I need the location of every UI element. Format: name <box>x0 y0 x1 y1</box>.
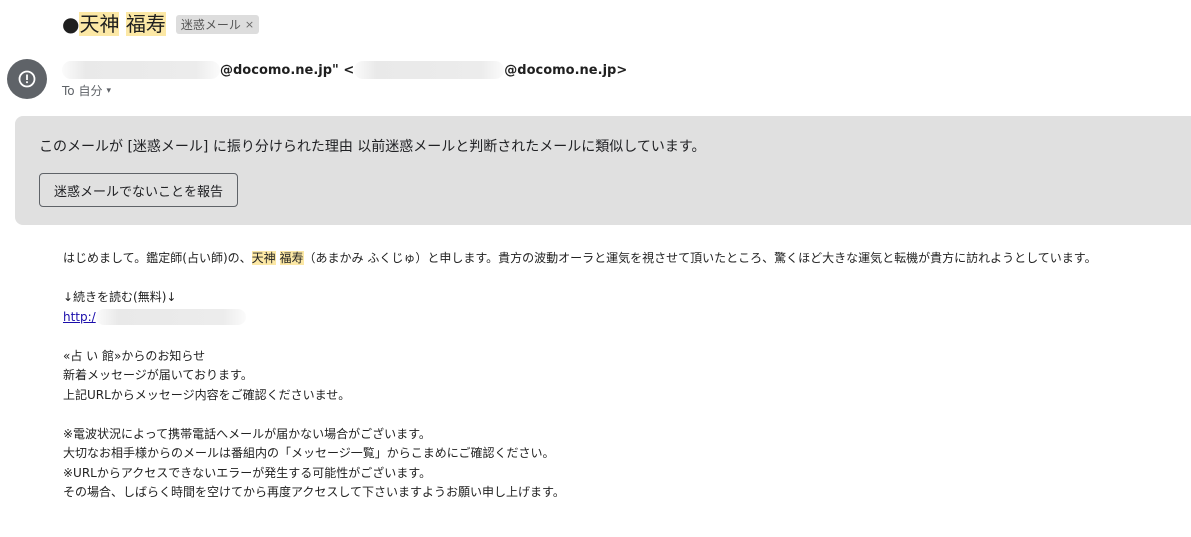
subject-bullet: ● <box>62 12 80 36</box>
intro-name-highlight-1: 天神 <box>251 251 276 265</box>
notice-line: «占 い 館»からのお知らせ <box>63 348 206 363</box>
intro-name-highlight-2: 福寿 <box>279 251 304 265</box>
warning-line: ※電波状況によって携帯電話へメールが届かない場合がございます。 <box>63 426 431 441</box>
intro-text-after: （あまかみ ふくじゅ）と申します。貴方の波動オーラと運気を視させて頂いたところ、… <box>303 251 1097 265</box>
redacted-sender-name <box>62 61 220 79</box>
sender-avatar <box>7 59 47 99</box>
intro-paragraph: はじめまして。鑑定師(占い師)の、天神 福寿（あまかみ ふくじゅ）と申します。貴… <box>63 249 1097 269</box>
link-line: http:/ <box>63 308 1097 328</box>
subject-name-highlight-1: 天神 <box>79 12 120 36</box>
subject-name-highlight-2: 福寿 <box>125 12 166 36</box>
report-not-spam-button[interactable]: 迷惑メールでないことを報告 <box>39 173 239 207</box>
email-body: はじめまして。鑑定師(占い師)の、天神 福寿（あまかみ ふくじゅ）と申します。貴… <box>63 249 1097 503</box>
sender-line: @docomo.ne.jp" < @docomo.ne.jp> <box>62 61 627 79</box>
spam-notice-banner: このメールが [迷惑メール] に振り分けられた理由 以前迷惑メールと判断されたメ… <box>15 116 1191 225</box>
read-more-link[interactable]: http:/ <box>63 310 96 324</box>
sender-from-suffix: @docomo.ne.jp" < <box>220 62 355 78</box>
warning-line: その場合、しばらく時間を空けてから再度アクセスして下さいますようお願い申し上げま… <box>63 485 565 499</box>
read-more-text: ↓続きを読む(無料)↓ <box>63 290 177 304</box>
subject-text: ●天神 福寿 <box>62 10 166 38</box>
notice-line: 新着メッセージが届いております。 <box>63 368 253 382</box>
redacted-link-url <box>95 309 246 325</box>
notice-line: 上記URLからメッセージ内容をご確認くださいませ。 <box>63 387 351 402</box>
intro-text-before: はじめまして。鑑定師(占い師)の、 <box>63 251 252 265</box>
alert-circle-icon <box>18 70 36 88</box>
sender-email-suffix: @docomo.ne.jp> <box>504 62 628 78</box>
warning-line: 大切なお相手様からのメールは番組内の「メッセージ一覧」からこまめにご確認ください… <box>63 446 555 460</box>
recipient-label: To 自分 <box>62 84 103 98</box>
spam-label-text: 迷惑メール <box>180 17 241 32</box>
spam-label-chip: 迷惑メール × <box>175 14 260 34</box>
email-subject: ●天神 福寿 迷惑メール × <box>62 10 260 38</box>
recipient-details-toggle[interactable]: To 自分 ▾ <box>62 82 111 99</box>
warning-line: ※URLからアクセスできないエラーが発生する可能性がございます。 <box>63 465 432 480</box>
remove-label-icon[interactable]: × <box>245 18 254 31</box>
chevron-down-icon: ▾ <box>106 85 111 96</box>
redacted-sender-email <box>354 61 505 79</box>
spam-reason-text: このメールが [迷惑メール] に振り分けられた理由 以前迷惑メールと判断されたメ… <box>39 139 706 155</box>
